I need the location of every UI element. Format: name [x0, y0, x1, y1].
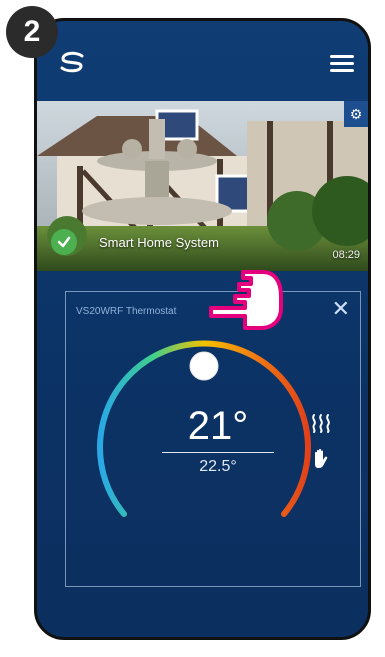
temperature-knob[interactable]	[189, 351, 219, 381]
status-check-icon	[51, 229, 77, 255]
app-header	[37, 21, 368, 101]
camera-name-label: Smart Home System	[99, 235, 219, 250]
camera-preview-tile[interactable]: ⚙ Smart Home System 08:29	[37, 101, 368, 271]
thermostat-card[interactable]: VS20WRF Thermostat ✕ 21° 22.5°	[65, 291, 361, 587]
tap-gesture-hand-icon	[209, 270, 283, 330]
set-temperature-value: 21°	[187, 404, 249, 448]
step-number-badge: 2	[6, 6, 58, 58]
current-temperature-value: 22.5°	[199, 458, 237, 475]
temperature-divider	[162, 452, 274, 453]
salus-logo-icon[interactable]	[57, 51, 87, 73]
camera-timestamp: 08:29	[332, 249, 360, 261]
heating-icon	[312, 414, 330, 433]
hamburger-menu-icon[interactable]	[330, 55, 354, 73]
manual-mode-hand-icon	[315, 448, 328, 468]
camera-settings-gear-icon[interactable]: ⚙	[344, 101, 368, 127]
phone-screen: ⚙ Smart Home System 08:29 VS20WRF Thermo…	[34, 18, 371, 640]
